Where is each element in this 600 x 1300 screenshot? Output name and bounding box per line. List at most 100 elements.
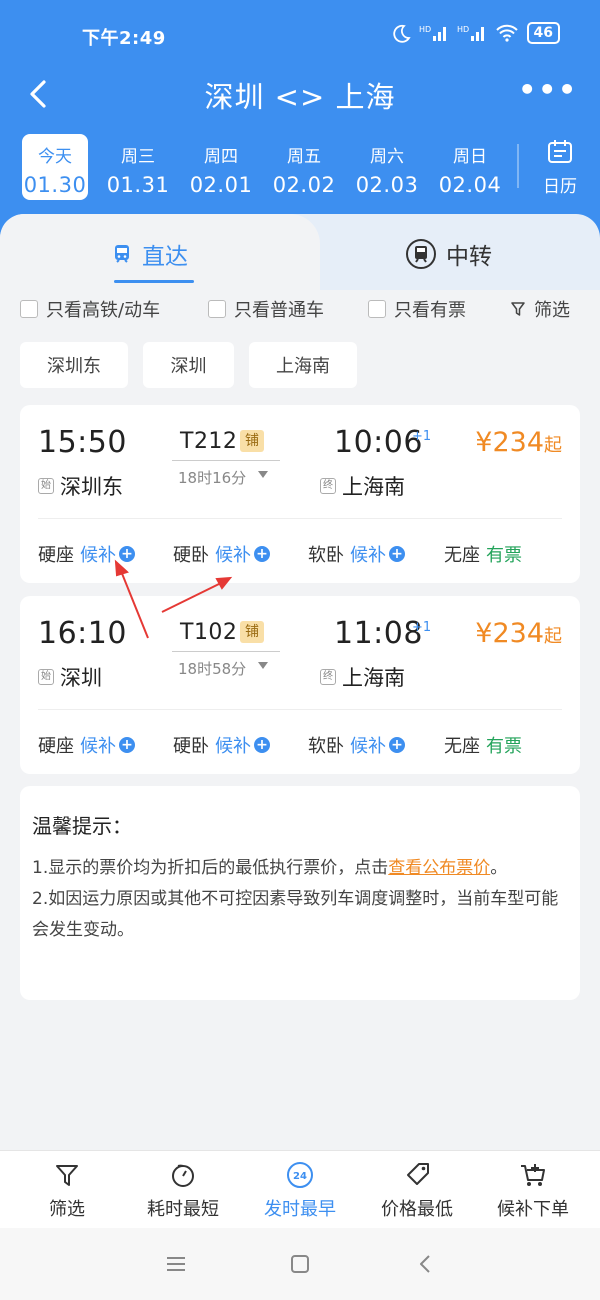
- plus-circle-icon[interactable]: +: [389, 737, 405, 753]
- date-item[interactable]: 周三 01.31: [105, 134, 171, 200]
- bottom-label: 筛选: [49, 1199, 85, 1220]
- date-weekday: 周日: [453, 147, 487, 167]
- end-badge: 终: [320, 478, 336, 494]
- checkbox[interactable]: [20, 300, 38, 318]
- filter-available-label: 只看有票: [394, 300, 466, 321]
- departure-time: 15:50: [38, 425, 127, 460]
- filter-icon: [56, 1165, 78, 1186]
- duration: 18时16分: [178, 469, 247, 487]
- sort-filter-button[interactable]: 筛选: [12, 1161, 122, 1221]
- plus-circle-icon[interactable]: +: [119, 546, 135, 562]
- date-item[interactable]: 周日 02.04: [437, 134, 503, 200]
- station-chip[interactable]: 上海南: [249, 342, 357, 388]
- calendar-label: 日历: [543, 177, 577, 197]
- seat-type: 无座: [444, 545, 480, 566]
- station-chip[interactable]: 深圳东: [20, 342, 128, 388]
- filter-normal[interactable]: 只看普通车: [208, 296, 324, 322]
- seat-status: 有票: [486, 736, 522, 757]
- train-card[interactable]: 15:50 T212 铺 18时16分 10:06 +1 ¥234起 始深圳东 …: [20, 405, 580, 583]
- seat-status: 候补: [350, 736, 386, 757]
- divider: [38, 518, 562, 519]
- sort-earliest-button[interactable]: 24 发时最早: [245, 1161, 355, 1221]
- status-bar: 下午2:49 HD HD 46: [0, 22, 600, 50]
- date-item[interactable]: 周六 02.03: [354, 134, 420, 200]
- tips-title: 温馨提示：: [32, 814, 132, 838]
- checkbox[interactable]: [208, 300, 226, 318]
- seat-standing[interactable]: 无座 有票: [444, 541, 522, 567]
- filter-available[interactable]: 只看有票: [368, 296, 466, 322]
- duration-line: [172, 651, 280, 652]
- seat-type: 硬座: [38, 736, 74, 757]
- station-chip[interactable]: 深圳: [143, 342, 234, 388]
- price: ¥234起: [475, 427, 562, 458]
- calendar-icon: [548, 140, 572, 163]
- price-tag-icon: [407, 1163, 429, 1185]
- to-station: 终上海南: [320, 471, 405, 501]
- date-separator: [517, 144, 519, 188]
- menu-icon[interactable]: [163, 1252, 189, 1276]
- sort-shortest-button[interactable]: 耗时最短: [128, 1161, 238, 1221]
- date-item-today[interactable]: 今天 01.30: [22, 134, 88, 200]
- end-badge: 终: [320, 669, 336, 685]
- status-time: 下午2:49: [82, 28, 166, 49]
- seat-status: 有票: [486, 545, 522, 566]
- home-icon[interactable]: [287, 1252, 313, 1276]
- date-value: 02.04: [438, 173, 502, 197]
- sort-cheapest-button[interactable]: 价格最低: [362, 1161, 472, 1221]
- price-value: ¥234: [475, 618, 544, 649]
- filter-button[interactable]: 筛选: [510, 296, 570, 322]
- filter-row: 只看高铁/动车 只看普通车 只看有票 筛选: [20, 296, 580, 326]
- chevron-down-icon[interactable]: [258, 471, 268, 478]
- more-menu-button[interactable]: •••: [518, 76, 578, 104]
- filter-button-label: 筛选: [534, 300, 570, 321]
- date-item[interactable]: 周四 02.01: [188, 134, 254, 200]
- seat-status: 候补: [350, 545, 386, 566]
- status-icons: HD HD 46: [391, 22, 560, 44]
- seat-hard-seat[interactable]: 硬座 候补 +: [38, 541, 135, 567]
- plus-circle-icon[interactable]: +: [254, 546, 270, 562]
- seat-status: 候补: [215, 736, 251, 757]
- divider: [38, 709, 562, 710]
- seat-type: 硬座: [38, 545, 74, 566]
- plus-day: +1: [412, 620, 432, 635]
- arrival-time: 11:08: [334, 616, 423, 651]
- filter-highspeed-label: 只看高铁/动车: [46, 300, 161, 321]
- train-number: T102: [180, 620, 238, 645]
- plus-circle-icon[interactable]: +: [389, 546, 405, 562]
- published-price-link[interactable]: 查看公布票价: [388, 858, 490, 878]
- tab-transfer-label: 中转: [446, 244, 492, 270]
- back-nav-icon[interactable]: [413, 1252, 439, 1276]
- bottom-label: 价格最低: [381, 1199, 453, 1220]
- seat-status: 候补: [80, 736, 116, 757]
- transfer-train-icon: [406, 239, 436, 269]
- filter-highspeed[interactable]: 只看高铁/动车: [20, 296, 160, 322]
- plus-circle-icon[interactable]: +: [119, 737, 135, 753]
- bottom-sort-bar: 筛选 耗时最短 24 发时最早 价格最低 候补下单: [0, 1150, 600, 1228]
- tab-transfer[interactable]: 中转: [404, 234, 492, 274]
- date-value: 01.31: [106, 173, 170, 197]
- svg-text:HD: HD: [419, 25, 431, 34]
- seat-standing[interactable]: 无座 有票: [444, 732, 522, 758]
- date-weekday: 周三: [121, 147, 155, 167]
- tab-active-indicator: [114, 280, 194, 283]
- seat-soft-sleeper[interactable]: 软卧 候补 +: [308, 732, 405, 758]
- calendar-button[interactable]: 日历: [527, 138, 593, 198]
- date-weekday: 周四: [204, 147, 238, 167]
- seat-status: 候补: [80, 545, 116, 566]
- duration: 18时58分: [178, 660, 247, 678]
- berth-tag: 铺: [240, 621, 264, 643]
- seat-soft-sleeper[interactable]: 软卧 候补 +: [308, 541, 405, 567]
- plus-circle-icon[interactable]: +: [254, 737, 270, 753]
- waitlist-order-button[interactable]: 候补下单: [478, 1161, 588, 1221]
- date-item[interactable]: 周五 02.02: [271, 134, 337, 200]
- tab-direct[interactable]: 直达: [110, 234, 188, 274]
- date-bar: 今天 01.30 周三 01.31 周四 02.01 周五 02.02 周六 0…: [0, 132, 600, 202]
- train-card[interactable]: 16:10 T102 铺 18时58分 11:08 +1 ¥234起 始深圳 终…: [20, 596, 580, 774]
- seat-hard-seat[interactable]: 硬座 候补 +: [38, 732, 135, 758]
- seat-type: 硬卧: [173, 736, 209, 757]
- seat-type: 无座: [444, 736, 480, 757]
- seat-hard-sleeper[interactable]: 硬卧 候补 +: [173, 732, 270, 758]
- chevron-down-icon[interactable]: [258, 662, 268, 669]
- checkbox[interactable]: [368, 300, 386, 318]
- seat-hard-sleeper[interactable]: 硬卧 候补 +: [173, 541, 270, 567]
